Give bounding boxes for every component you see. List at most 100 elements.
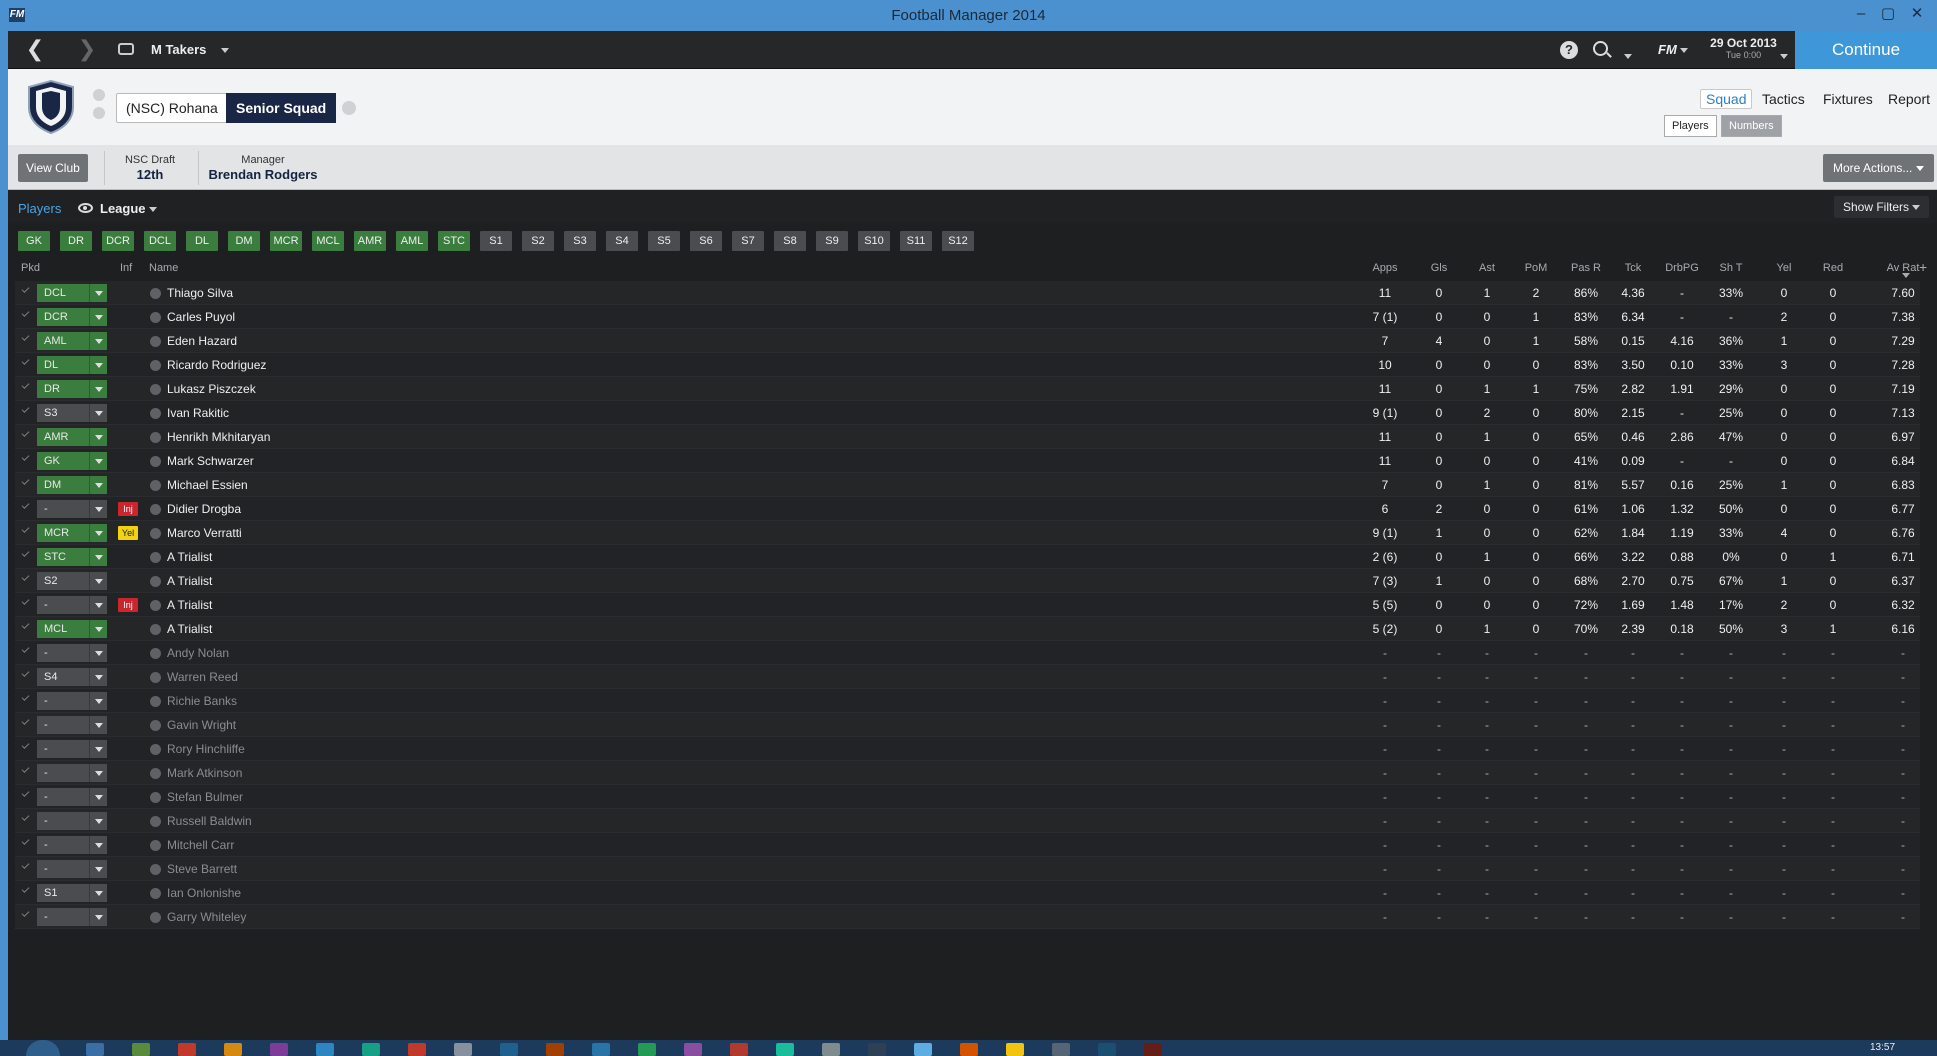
position-select[interactable]: - [37, 860, 107, 878]
next-club-icon[interactable] [93, 107, 105, 119]
maximize-icon[interactable]: ▢ [1875, 3, 1901, 25]
column-header-yel[interactable]: Yel [1760, 262, 1808, 274]
player-name[interactable]: Thiago Silva [167, 286, 233, 300]
position-select[interactable]: - [37, 644, 107, 662]
position-filter-dcr[interactable]: DCR [102, 231, 134, 251]
position-select[interactable]: STC [37, 548, 107, 566]
player-name[interactable]: Mitchell Carr [167, 838, 234, 852]
check-icon[interactable] [21, 501, 30, 509]
position-filter-dl[interactable]: DL [186, 231, 218, 251]
taskbar-app-icon[interactable] [132, 1043, 150, 1056]
taskbar-app-icon[interactable] [684, 1043, 702, 1056]
player-name[interactable]: A Trialist [167, 622, 212, 636]
players-title[interactable]: Players [18, 201, 61, 216]
position-select[interactable]: DCR [37, 308, 107, 326]
position-filter-dm[interactable]: DM [228, 231, 260, 251]
position-select[interactable]: - [37, 908, 107, 926]
position-select[interactable]: S3 [37, 404, 107, 422]
add-column-icon[interactable]: + [1919, 259, 1927, 275]
position-filter-s7[interactable]: S7 [732, 231, 764, 251]
check-icon[interactable] [21, 429, 30, 437]
table-row[interactable]: - Garry Whiteley - - - - - - - - - - - [15, 905, 1920, 929]
player-name[interactable]: Richie Banks [167, 694, 237, 708]
column-header-inf[interactable]: Inf [120, 262, 132, 274]
player-name[interactable]: Henrikh Mkhitaryan [167, 430, 270, 444]
column-header-tck[interactable]: Tck [1609, 262, 1657, 274]
info-icon[interactable] [150, 816, 161, 827]
start-button[interactable] [26, 1040, 60, 1056]
check-icon[interactable] [21, 573, 30, 581]
taskbar-app-icon[interactable] [960, 1043, 978, 1056]
position-select[interactable]: AML [37, 332, 107, 350]
info-icon[interactable] [150, 600, 161, 611]
taskbar-app-icon[interactable] [86, 1043, 104, 1056]
table-row[interactable]: - Mark Atkinson - - - - - - - - - - - [15, 761, 1920, 785]
info-icon[interactable] [150, 360, 161, 371]
position-select[interactable]: MCR [37, 524, 107, 542]
check-icon[interactable] [21, 837, 30, 845]
back-arrow-icon[interactable]: ❮ [22, 31, 48, 69]
manager-menu[interactable]: M Takers [151, 42, 229, 57]
player-name[interactable]: Marco Verratti [167, 526, 242, 540]
table-row[interactable]: - Inj A Trialist 5 (5) 0 0 0 72% 1.69 1.48 17% 2 0 6.… [15, 593, 1920, 617]
nav-fixtures[interactable]: Fixtures [1823, 91, 1873, 107]
check-icon[interactable] [21, 597, 30, 605]
view-club-button[interactable]: View Club [18, 154, 88, 182]
column-header-apps[interactable]: Apps [1361, 262, 1409, 274]
manager-value[interactable]: Brendan Rodgers [208, 167, 318, 182]
table-row[interactable]: AML Eden Hazard 7 4 0 1 58% 0.15 4.16 36% 1 0 7.29 [15, 329, 1920, 353]
column-header-gls[interactable]: Gls [1415, 262, 1463, 274]
taskbar-app-icon[interactable] [1006, 1043, 1024, 1056]
position-select[interactable]: - [37, 812, 107, 830]
table-row[interactable]: - Steve Barrett - - - - - - - - - - - [15, 857, 1920, 881]
table-row[interactable]: - Gavin Wright - - - - - - - - - - - [15, 713, 1920, 737]
info-icon[interactable] [150, 480, 161, 491]
chevron-down-icon[interactable] [1624, 48, 1632, 66]
check-icon[interactable] [21, 381, 30, 389]
player-name[interactable]: Mark Schwarzer [167, 454, 254, 468]
position-select[interactable]: AMR [37, 428, 107, 446]
close-icon[interactable]: ✕ [1904, 3, 1930, 25]
nav-tactics[interactable]: Tactics [1762, 91, 1805, 107]
table-row[interactable]: STC A Trialist 2 (6) 0 1 0 66% 3.22 0.88 0% 0 1 6.71 [15, 545, 1920, 569]
player-name[interactable]: Steve Barrett [167, 862, 237, 876]
table-row[interactable]: DCR Carles Puyol 7 (1) 0 0 1 83% 6.34 - - 2 0 7.38 [15, 305, 1920, 329]
club-icon[interactable] [118, 43, 134, 55]
info-icon[interactable] [150, 384, 161, 395]
position-select[interactable]: - [37, 716, 107, 734]
taskbar-app-icon[interactable] [730, 1043, 748, 1056]
info-icon[interactable] [150, 288, 161, 299]
position-filter-aml[interactable]: AML [396, 231, 428, 251]
check-icon[interactable] [21, 405, 30, 413]
info-icon[interactable] [150, 720, 161, 731]
position-filter-s2[interactable]: S2 [522, 231, 554, 251]
player-name[interactable]: Mark Atkinson [167, 766, 242, 780]
check-icon[interactable] [21, 333, 30, 341]
position-filter-s9[interactable]: S9 [816, 231, 848, 251]
info-icon[interactable] [150, 576, 161, 587]
check-icon[interactable] [21, 621, 30, 629]
tab-club[interactable]: (NSC) Rohana [116, 93, 228, 123]
table-row[interactable]: - Inj Didier Drogba 6 2 0 0 61% 1.06 1.32 50% 0 0 6.7… [15, 497, 1920, 521]
player-name[interactable]: Ricardo Rodriguez [167, 358, 266, 372]
table-row[interactable]: AMR Henrikh Mkhitaryan 11 0 1 0 65% 0.46 2.86 47%… [15, 425, 1920, 449]
position-select[interactable]: DL [37, 356, 107, 374]
info-icon[interactable] [150, 792, 161, 803]
taskbar-app-icon[interactable] [224, 1043, 242, 1056]
info-icon[interactable] [150, 456, 161, 467]
more-actions-button[interactable]: More Actions... [1823, 154, 1934, 182]
position-select[interactable]: - [37, 740, 107, 758]
help-icon[interactable]: ? [1560, 41, 1578, 59]
info-icon[interactable] [150, 336, 161, 347]
info-icon[interactable] [150, 744, 161, 755]
taskbar-app-icon[interactable] [178, 1043, 196, 1056]
show-filters-button[interactable]: Show Filters [1834, 196, 1930, 218]
taskbar-app-icon[interactable] [408, 1043, 426, 1056]
player-name[interactable]: Stefan Bulmer [167, 790, 243, 804]
info-icon[interactable] [150, 672, 161, 683]
column-header-drbpg[interactable]: DrbPG [1658, 262, 1706, 274]
position-filter-s4[interactable]: S4 [606, 231, 638, 251]
seg-numbers[interactable]: Numbers [1721, 115, 1782, 137]
position-filter-s12[interactable]: S12 [942, 231, 974, 251]
position-filter-gk[interactable]: GK [18, 231, 50, 251]
